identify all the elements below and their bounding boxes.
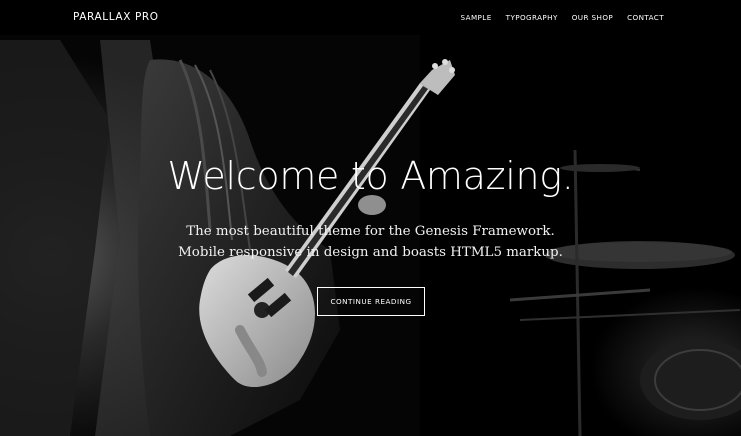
site-header: PARALLAX PRO SAMPLE TYPOGRAPHY OUR SHOP … <box>0 0 741 35</box>
page: PARALLAX PRO SAMPLE TYPOGRAPHY OUR SHOP … <box>0 0 741 436</box>
nav-item-our-shop[interactable]: OUR SHOP <box>572 13 613 22</box>
nav-item-sample[interactable]: SAMPLE <box>461 13 492 22</box>
hero-title: Welcome to Amazing. <box>167 154 574 198</box>
hero-subtitle-line-1: The most beautiful theme for the Genesis… <box>186 224 555 239</box>
hero-subtitle: The most beautiful theme for the Genesis… <box>0 221 741 263</box>
hero-section: Welcome to Amazing. The most beautiful t… <box>0 0 741 436</box>
site-title-link[interactable]: PARALLAX PRO <box>73 11 159 23</box>
primary-nav: SAMPLE TYPOGRAPHY OUR SHOP CONTACT <box>447 13 664 22</box>
continue-reading-button[interactable]: CONTINUE READING <box>317 287 425 316</box>
nav-item-typography[interactable]: TYPOGRAPHY <box>506 13 558 22</box>
nav-item-contact[interactable]: CONTACT <box>627 13 664 22</box>
hero-subtitle-line-2: Mobile responsive in design and boasts H… <box>178 245 563 260</box>
